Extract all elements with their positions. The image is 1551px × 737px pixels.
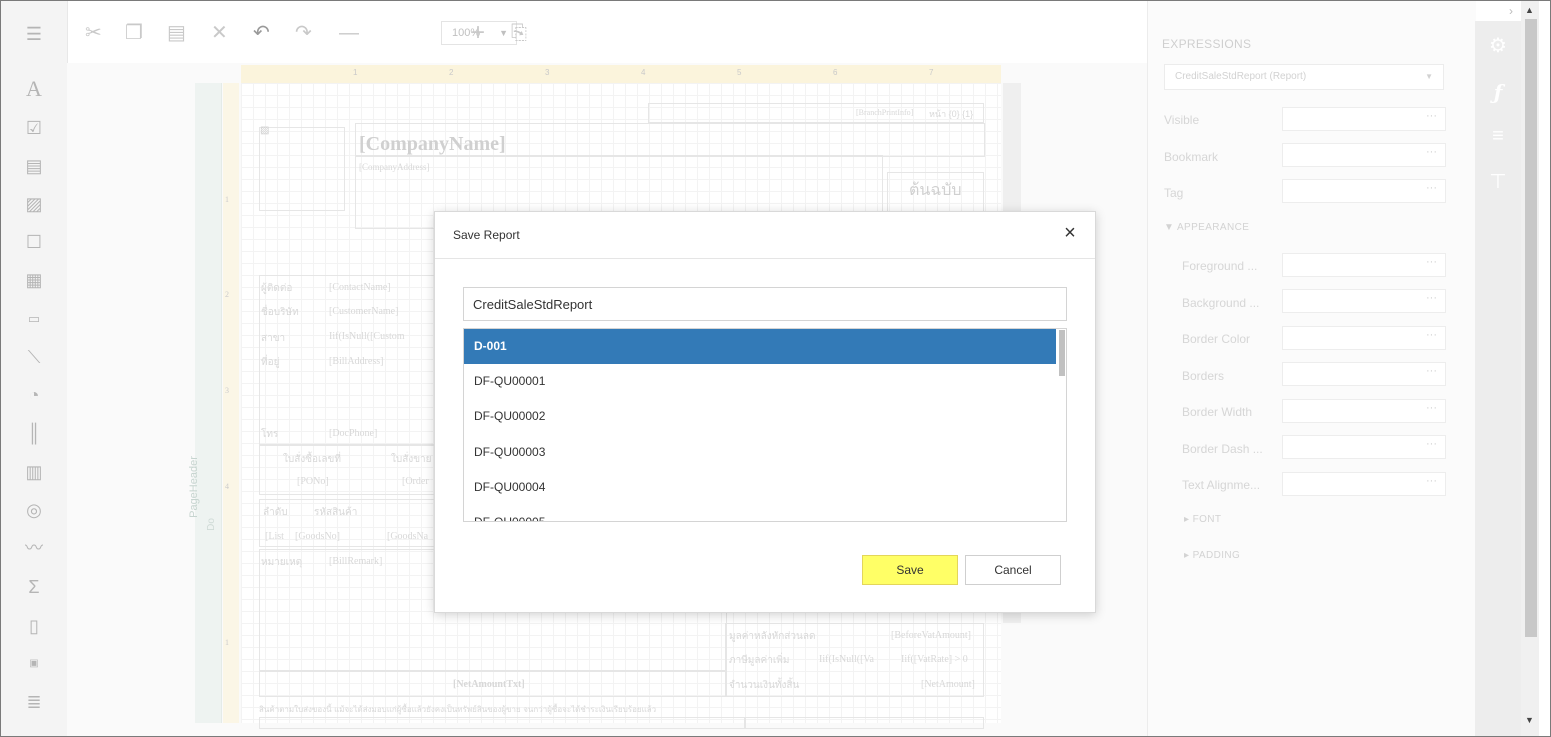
close-icon[interactable]: × [1059,222,1081,244]
dialog-title: Save Report [453,228,520,242]
save-button[interactable]: Save [862,555,958,585]
list-item[interactable]: DF-QU00002 [464,399,1056,434]
report-designer-window: ☰ A ☑ ▤ ▨ ☐ ▦ ▭ ⟍ ◔ ║ ▥ ◎ 〰 Σ ▯ ▣ ≣ ✂ ❐ … [0,0,1551,737]
list-item[interactable]: D-001 [464,329,1056,364]
report-list[interactable]: D-001 DF-QU00001 DF-QU00002 DF-QU00003 D… [463,328,1067,522]
save-report-dialog: Save Report × D-001 DF-QU00001 DF-QU0000… [434,211,1096,613]
cancel-button[interactable]: Cancel [965,555,1061,585]
list-item[interactable]: DF-QU00005 [464,505,1056,521]
list-item[interactable]: DF-QU00003 [464,435,1056,470]
list-item[interactable]: DF-QU00001 [464,364,1056,399]
list-item[interactable]: DF-QU00004 [464,470,1056,505]
report-name-input[interactable] [463,287,1067,321]
dialog-divider [435,258,1095,259]
list-scrollbar-thumb[interactable] [1059,330,1065,376]
